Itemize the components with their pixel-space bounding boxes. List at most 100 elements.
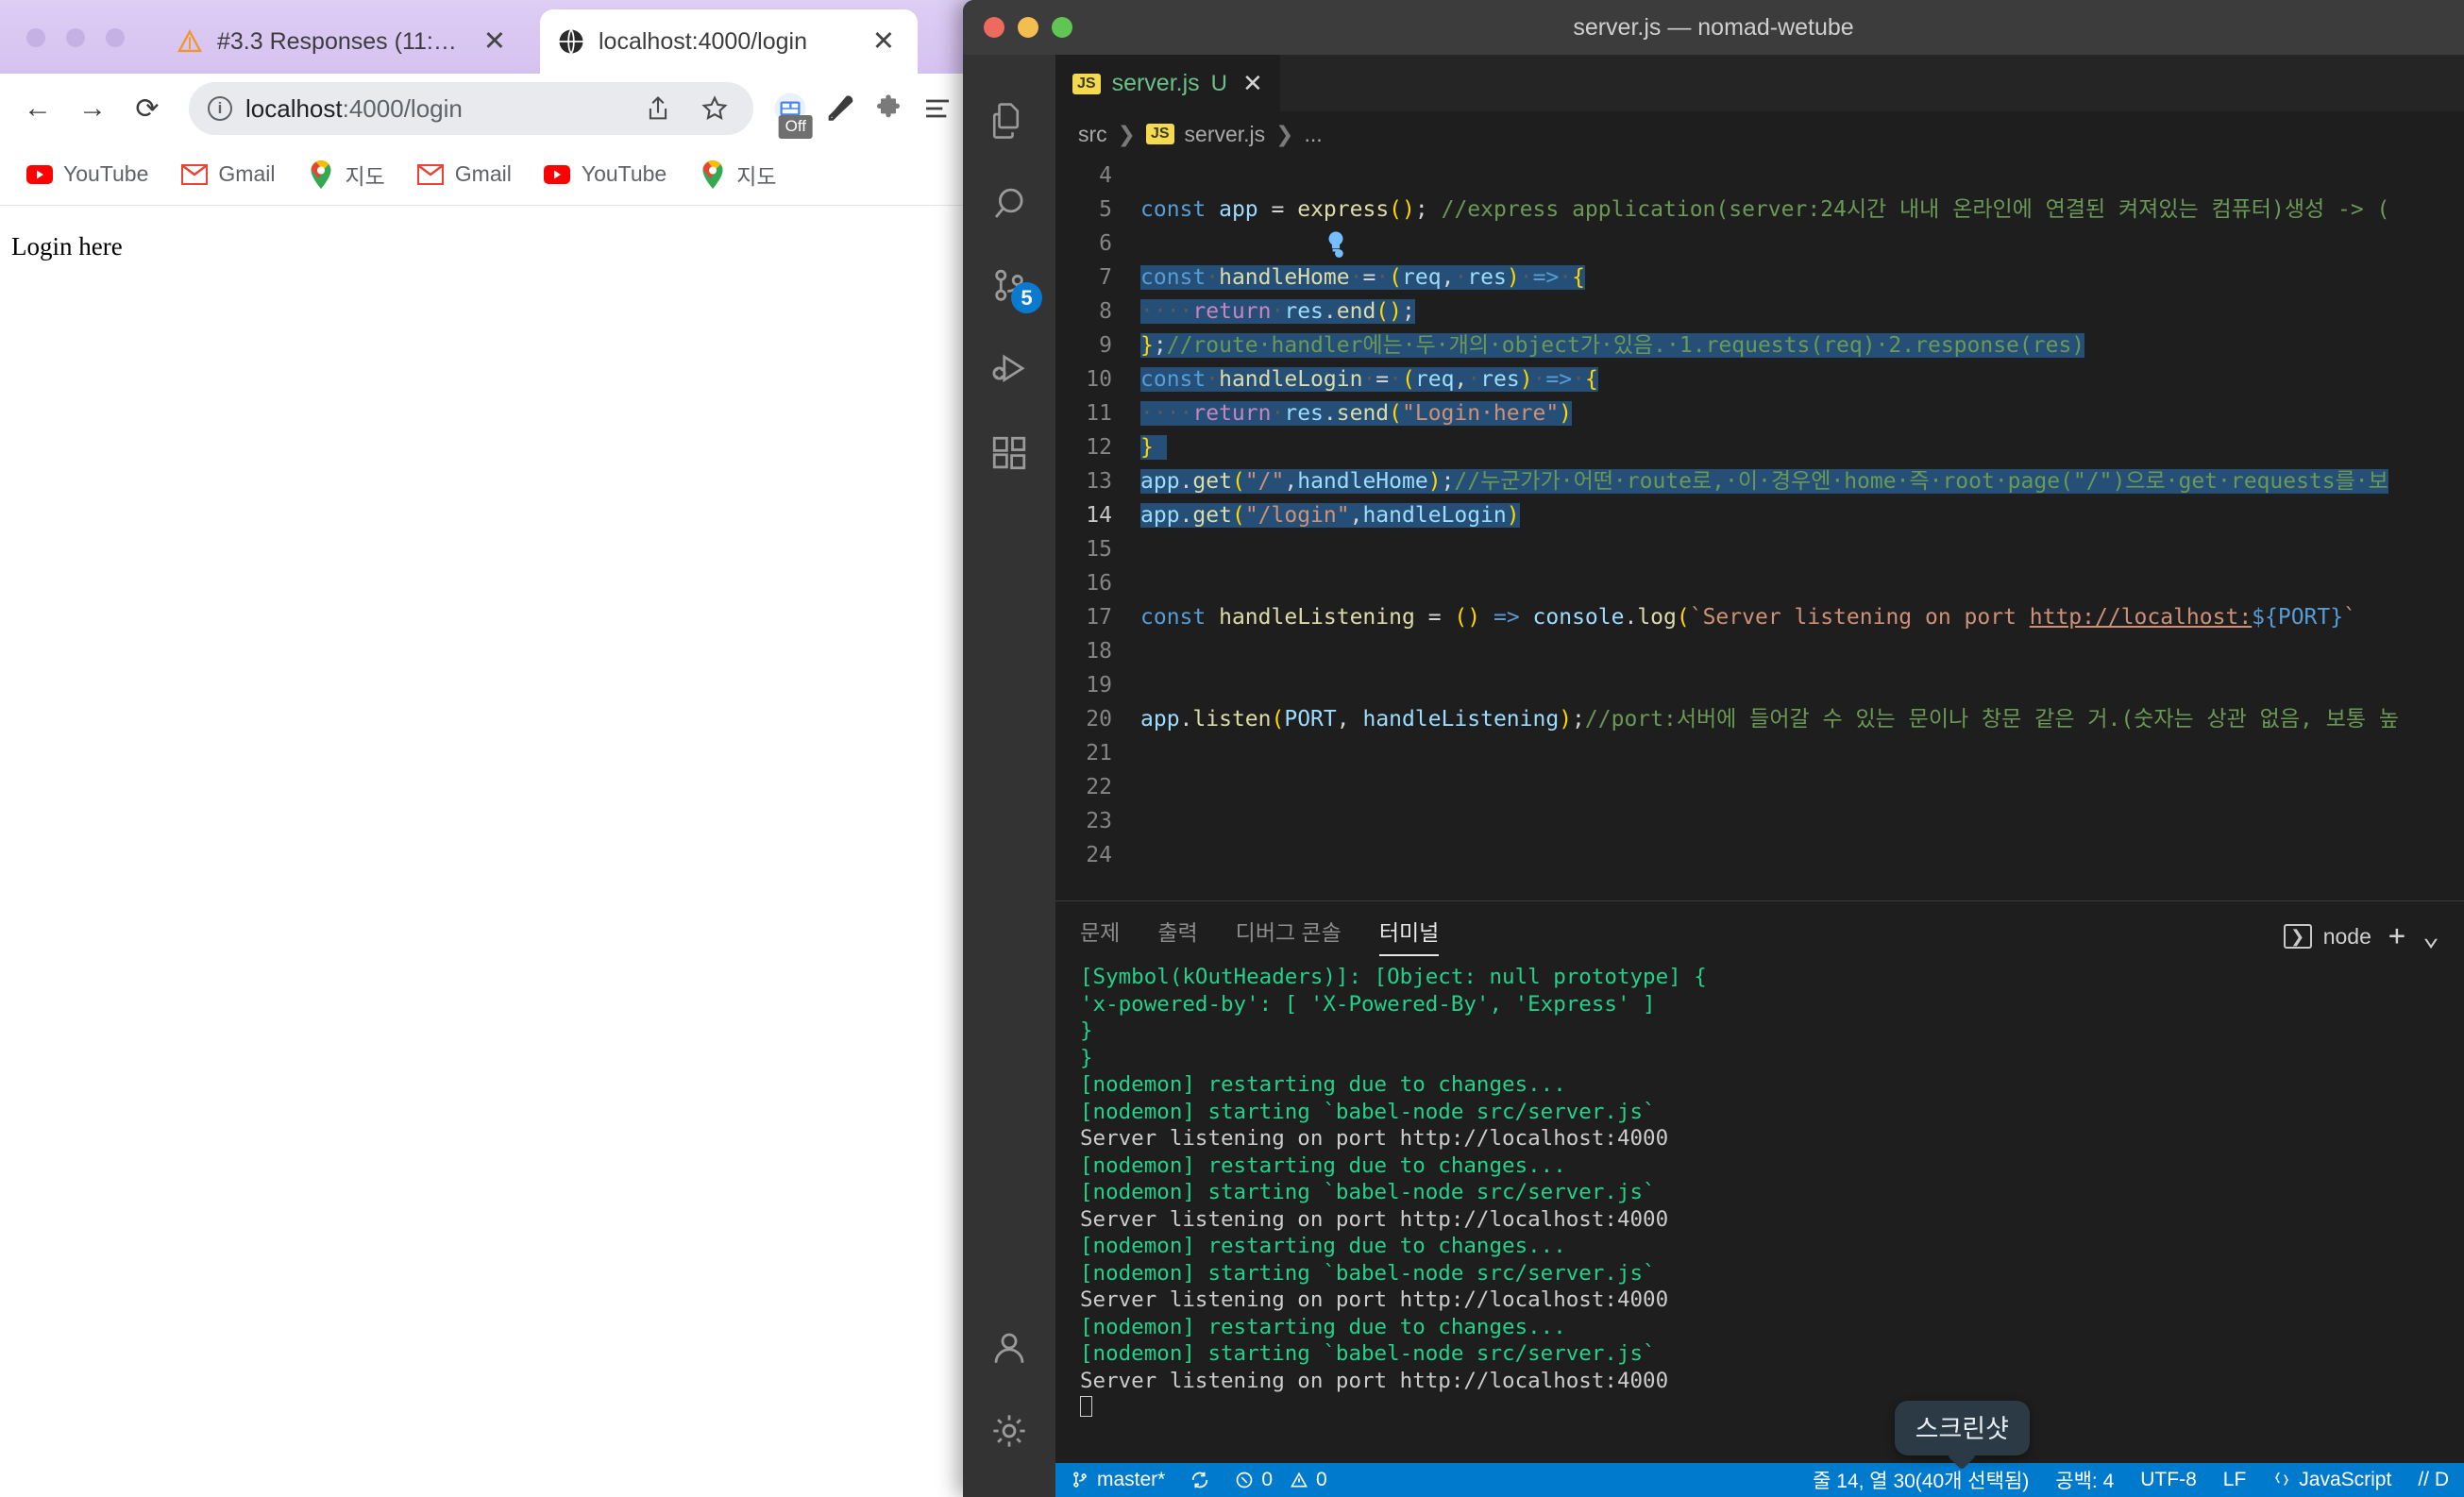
code-editor[interactable]: 4 5 const app = express(); //express app… xyxy=(1055,157,2464,900)
code-line: 21 xyxy=(1055,736,2464,770)
chevron-down-icon[interactable]: ⌄ xyxy=(2422,922,2439,950)
maximize-window-dot[interactable] xyxy=(106,28,125,47)
extension-toggle-icon[interactable]: Off xyxy=(768,87,814,139)
extensions-puzzle-icon[interactable] xyxy=(867,87,910,130)
line-number: 10 xyxy=(1086,367,1112,392)
editor-tab-server-js[interactable]: JS server.js U ✕ xyxy=(1055,55,1280,111)
terminal-line: [nodemon] starting `babel-node src/serve… xyxy=(1080,1179,2464,1206)
unsaved-marker: U xyxy=(1210,70,1228,96)
close-icon[interactable]: ✕ xyxy=(1242,69,1263,98)
reload-icon[interactable]: ⟳ xyxy=(123,84,172,133)
close-icon[interactable]: ✕ xyxy=(478,27,512,56)
reading-list-icon[interactable] xyxy=(916,87,959,130)
line-number: 19 xyxy=(1086,673,1112,698)
line-number: 22 xyxy=(1086,775,1112,799)
status-error-count: 0 xyxy=(1261,1469,1274,1490)
share-icon[interactable] xyxy=(636,87,680,130)
bottom-panel: 문제 출력 디버그 콘솔 터미널 ❯ node + ⌄ [Symbol(kOut… xyxy=(1055,900,2464,1463)
terminal-icon: ❯ xyxy=(2283,924,2312,949)
browser-tab-localhost[interactable]: localhost:4000/login ✕ xyxy=(540,9,918,74)
vscode-window: server.js — nomad-wetube 5 JS server.js … xyxy=(963,0,2464,1497)
minimize-window-dot[interactable] xyxy=(66,28,85,47)
terminal-line: Server listening on port http://localhos… xyxy=(1080,1125,2464,1152)
page-viewport: Login here xyxy=(0,206,972,1497)
status-language-mode[interactable]: JavaScript xyxy=(2272,1469,2391,1491)
line-number: 20 xyxy=(1086,707,1112,732)
code-line: 16 xyxy=(1055,566,2464,600)
terminal-name: node xyxy=(2322,923,2371,949)
status-encoding[interactable]: UTF-8 xyxy=(2140,1469,2197,1491)
status-eol[interactable]: LF xyxy=(2223,1469,2247,1491)
status-cursor-position[interactable]: 줄 14, 열 30(40개 선택됨) xyxy=(1813,1466,2029,1494)
code-text: const handleListening = () => console.lo… xyxy=(1140,605,2356,630)
status-language-label: JavaScript xyxy=(2299,1469,2392,1490)
browser-toolbar: ← → ⟳ i localhost:4000/login Off xyxy=(0,74,972,143)
quick-fix-lightbulb-icon[interactable] xyxy=(1133,193,1348,294)
breadcrumb-file[interactable]: server.js xyxy=(1185,122,1266,147)
terminal-selector[interactable]: ❯ node xyxy=(2283,923,2371,950)
close-icon[interactable]: ✕ xyxy=(867,27,901,56)
code-line: 19 xyxy=(1055,668,2464,702)
terminal-text: [Symbol(kOutHeaders)]: [Object: null pro… xyxy=(1080,965,1707,989)
code-text: app.get("/",handleHome);//누군가가·어떤·route로… xyxy=(1140,469,2388,494)
account-icon[interactable] xyxy=(963,1306,1055,1389)
files-icon[interactable] xyxy=(963,79,1055,162)
line-number: 6 xyxy=(1099,231,1112,256)
extensions-icon[interactable] xyxy=(963,412,1055,495)
tab-output[interactable]: 출력 xyxy=(1157,915,1197,956)
bookmark-item[interactable]: Gmail xyxy=(168,155,287,193)
url-host: localhost xyxy=(245,93,343,123)
code-text: app.get("/login",handleLogin) xyxy=(1140,503,1520,528)
breadcrumb-more[interactable]: ... xyxy=(1304,122,1322,147)
site-info-icon[interactable]: i xyxy=(208,96,232,121)
back-arrow-icon[interactable]: ← xyxy=(13,84,62,133)
code-line: 23 xyxy=(1055,804,2464,838)
bookmark-item[interactable]: 지도 xyxy=(295,153,397,196)
js-file-icon: JS xyxy=(1072,73,1101,94)
tab-debug-console[interactable]: 디버그 콘솔 xyxy=(1236,915,1342,956)
terminal-output[interactable]: [Symbol(kOutHeaders)]: [Object: null pro… xyxy=(1055,956,2464,1463)
youtube-icon xyxy=(544,160,571,188)
line-number: 17 xyxy=(1086,605,1112,630)
add-terminal-icon[interactable]: + xyxy=(2388,922,2405,950)
close-window-dot[interactable] xyxy=(26,28,45,47)
terminal-line: Server listening on port http://localhos… xyxy=(1080,1206,2464,1234)
run-debug-icon[interactable] xyxy=(963,328,1055,412)
line-number: 23 xyxy=(1086,809,1112,833)
tab-terminal[interactable]: 터미널 xyxy=(1378,915,1440,956)
star-icon[interactable] xyxy=(693,87,736,130)
gear-icon[interactable] xyxy=(963,1389,1055,1472)
address-bar[interactable]: i localhost:4000/login xyxy=(189,82,753,135)
tab-problems[interactable]: 문제 xyxy=(1080,915,1120,956)
eyedropper-icon[interactable] xyxy=(818,87,861,130)
status-indentation[interactable]: 공백: 4 xyxy=(2055,1466,2114,1494)
window-traffic-lights[interactable] xyxy=(26,28,125,47)
chevron-right-icon: ❯ xyxy=(1117,121,1136,146)
code-text: } xyxy=(1133,430,1167,464)
terminal-line: [nodemon] starting `babel-node src/serve… xyxy=(1080,1260,2464,1287)
terminal-text: [nodemon] restarting due to changes... xyxy=(1080,1234,1566,1258)
terminal-text: [nodemon] starting `babel-node src/serve… xyxy=(1080,1341,1656,1366)
browser-tabstrip: #3.3 Responses (11:23) ✕ localhost:4000/… xyxy=(0,0,972,74)
terminal-text: [nodemon] starting `babel-node src/serve… xyxy=(1080,1260,1656,1286)
breadcrumb-src[interactable]: src xyxy=(1078,122,1107,147)
bookmark-item[interactable]: YouTube xyxy=(13,155,160,193)
source-control-icon[interactable]: 5 xyxy=(963,245,1055,328)
status-branch[interactable]: master* xyxy=(1071,1469,1165,1491)
browser-tab-responses[interactable]: #3.3 Responses (11:23) ✕ xyxy=(159,9,529,74)
status-warning-count: 0 xyxy=(1316,1469,1327,1490)
forward-arrow-icon[interactable]: → xyxy=(68,84,117,133)
bookmark-item[interactable]: Gmail xyxy=(405,155,524,193)
terminal-line: [nodemon] restarting due to changes... xyxy=(1080,1071,2464,1099)
status-notifications[interactable]: // D xyxy=(2418,1469,2449,1491)
line-number: 21 xyxy=(1086,741,1112,765)
bookmark-item[interactable]: 지도 xyxy=(686,153,788,196)
bookmark-item[interactable]: YouTube xyxy=(532,155,679,193)
line-number: 8 xyxy=(1099,299,1112,324)
globe-icon xyxy=(557,27,585,56)
status-sync[interactable] xyxy=(1190,1470,1210,1490)
screenshot-tooltip: 스크린샷 xyxy=(1894,1401,2030,1455)
search-icon[interactable] xyxy=(963,162,1055,245)
terminal-line: 'x-powered-by': [ 'X-Powered-By', 'Expre… xyxy=(1080,991,2464,1018)
status-problems[interactable]: 0 0 xyxy=(1235,1469,1327,1491)
